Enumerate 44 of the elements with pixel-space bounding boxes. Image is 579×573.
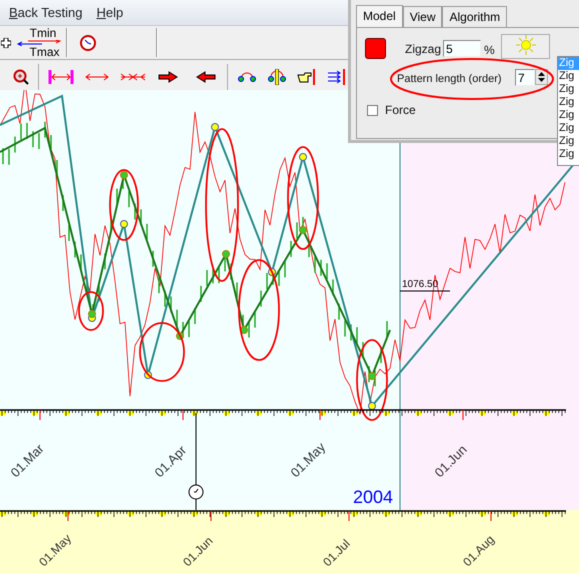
menu-item[interactable]: Help [96,5,124,20]
pivot-dot [120,220,128,228]
tmin-tmax-button[interactable]: Tmin Tmax [12,26,66,59]
unit-label: % [484,43,495,57]
tab[interactable]: View [402,6,442,27]
up-down-arrows-icon [537,71,546,83]
highlight-ellipse [139,322,185,382]
clock-icon[interactable] [188,484,204,500]
tab[interactable]: Algorithm [442,6,508,27]
list-item[interactable]: Zig [558,83,579,96]
double-arrow-icon [16,40,62,46]
marker-line-icon [267,68,287,84]
zoom-icon [13,68,29,84]
zigzag-label: Zigzag [405,42,442,56]
clock-icon [80,34,96,50]
pivot-dot [368,372,376,380]
highlight-ellipse [109,169,139,241]
range-icon [48,68,74,84]
pivot-dot [120,171,128,179]
spin-button[interactable] [535,69,548,85]
pivot-dot [211,123,219,131]
pivot-dot [368,402,376,410]
pivot-dot [299,226,307,234]
list-item[interactable]: Zig [558,148,579,161]
pivot-dot [222,250,230,258]
zigzag-field[interactable]: 5 [443,40,481,57]
list-item[interactable]: Zig [558,109,579,122]
year-label: 2004 [353,487,394,507]
list-item[interactable]: Zig [558,70,579,83]
force-label: Force [385,103,416,117]
menu-item[interactable]: Back Testing [9,5,82,20]
pattern-length-field[interactable]: 7 [515,69,535,86]
list-item[interactable]: Zig [558,96,579,109]
list-item[interactable]: Zig [558,135,579,148]
highlight-ellipse [78,291,104,331]
force-checkbox[interactable] [367,105,378,116]
plus-icon [1,38,11,48]
list-item[interactable]: Zig [558,122,579,135]
pivot-dot [299,153,307,161]
tab[interactable]: Model [356,5,403,28]
color-swatch[interactable] [365,38,386,59]
arrows-to-line-icon [327,68,347,84]
sun-icon [516,35,536,55]
pattern-length-label: Pattern length (order) [397,73,502,85]
